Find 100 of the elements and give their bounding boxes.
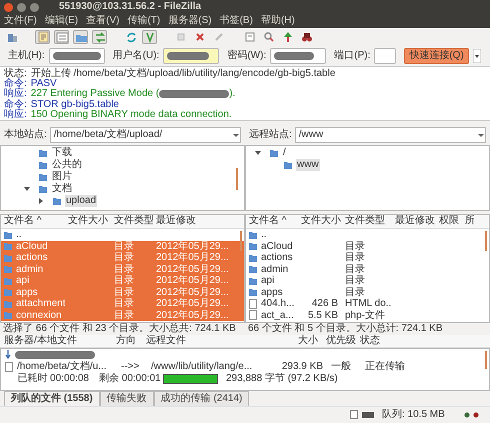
stop-icon bbox=[174, 30, 186, 42]
log-button[interactable] bbox=[35, 30, 50, 44]
column-header[interactable]: 优先级 bbox=[322, 335, 356, 347]
log-icon bbox=[36, 30, 48, 42]
sync-icon bbox=[282, 30, 294, 42]
menu-item[interactable]: 传输(T) bbox=[127, 15, 160, 27]
field-label: 端口(P): bbox=[334, 50, 370, 62]
file-name: attachment bbox=[16, 298, 65, 310]
tree-item[interactable]: 下载 bbox=[51, 147, 73, 159]
file-name: actions bbox=[261, 252, 293, 264]
field-label: 密码(W): bbox=[227, 50, 266, 62]
file-name: aCloud bbox=[261, 240, 293, 252]
tree-item[interactable]: 公共的 bbox=[51, 159, 83, 171]
file-name: apps bbox=[16, 286, 38, 298]
file-name: api bbox=[16, 275, 30, 286]
file-row[interactable]: aCloud 目录 bbox=[246, 240, 489, 252]
queue-tab[interactable]: 成功的传输 (2414) bbox=[154, 391, 250, 406]
close-button[interactable] bbox=[4, 2, 13, 12]
column-header[interactable]: 权限 bbox=[436, 215, 462, 228]
file-name: admin bbox=[16, 264, 44, 275]
column-header[interactable]: 服务器/本地文件 bbox=[0, 335, 112, 347]
dropdown-icon[interactable] bbox=[472, 48, 481, 62]
table-cell-text: 目录 bbox=[113, 275, 135, 286]
file-row[interactable]: admin 目录 bbox=[246, 264, 489, 275]
elapsed-time: 已耗时 00:00:08 bbox=[16, 373, 90, 385]
remaining-time: 剩余 00:00:01 bbox=[99, 373, 162, 385]
column-header[interactable]: 大小 bbox=[270, 335, 322, 347]
scrollbar-thumb[interactable] bbox=[485, 231, 487, 251]
file-row[interactable]: .. bbox=[1, 229, 244, 240]
field-label: 用户名(U): bbox=[112, 50, 160, 62]
quickconnect-button[interactable]: 快速连接(Q) bbox=[404, 48, 469, 64]
log-message: ). bbox=[229, 89, 236, 100]
input-field[interactable] bbox=[48, 48, 105, 64]
tree-item[interactable]: upload bbox=[65, 195, 98, 207]
tree-icon bbox=[56, 30, 68, 42]
folder-button[interactable] bbox=[73, 30, 88, 44]
input-field[interactable] bbox=[270, 48, 326, 64]
table-cell-text: HTML do... bbox=[344, 298, 392, 310]
tree-item[interactable]: www bbox=[296, 159, 320, 171]
transfer-button[interactable] bbox=[92, 30, 107, 44]
table-cell-text: 目录 bbox=[113, 298, 135, 310]
menu-item[interactable]: 书签(B) bbox=[220, 15, 253, 27]
file-name: act_a... bbox=[261, 310, 294, 321]
file-row[interactable]: apps 目录 bbox=[246, 286, 489, 298]
log-prefix: 状态: bbox=[4, 69, 27, 79]
menu-item[interactable]: 查看(V) bbox=[86, 15, 120, 27]
file-name: api bbox=[261, 275, 274, 286]
path-field[interactable]: /home/beta/文档/upload/ bbox=[50, 127, 241, 143]
log-prefix: 命令: bbox=[4, 100, 27, 110]
maximize-button[interactable] bbox=[30, 2, 39, 12]
queue-size: 队列: 10.5 MB bbox=[382, 408, 446, 420]
status-text: 选择了 66 个文件 和 23 个目录。大小总共: 724.1 KB bbox=[2, 323, 237, 334]
file-row[interactable]: actions 目录 bbox=[246, 252, 489, 264]
menu-item[interactable]: 编辑(E) bbox=[44, 15, 78, 27]
file-icon bbox=[5, 362, 13, 372]
compare-icon bbox=[262, 30, 274, 42]
binary-mode-icon bbox=[362, 410, 374, 418]
minimize-button[interactable] bbox=[17, 2, 26, 12]
table-cell-text: 目录 bbox=[344, 264, 366, 275]
process-queue-icon bbox=[144, 30, 156, 42]
menu-item[interactable]: 服务器(S) bbox=[168, 15, 212, 27]
file-name: apps bbox=[261, 286, 283, 298]
table-cell-text: 5.5 KB bbox=[306, 310, 339, 321]
input-field[interactable] bbox=[374, 48, 396, 64]
path-field[interactable]: /www bbox=[294, 127, 486, 143]
file-name: aCloud bbox=[16, 240, 48, 252]
file-row[interactable]: 404.h... 426 B HTML do... bbox=[246, 298, 489, 310]
table-cell-text: 426 B bbox=[310, 298, 339, 310]
menu-item[interactable]: 文件(F) bbox=[4, 15, 37, 27]
column-header[interactable]: 方向 bbox=[112, 335, 142, 347]
column-header[interactable]: 最近修改 bbox=[392, 215, 436, 228]
log-message: 150 Opening BINARY mode data connection. bbox=[30, 110, 232, 120]
scrollbar-thumb[interactable] bbox=[485, 351, 487, 369]
tree-button[interactable] bbox=[54, 30, 69, 44]
file-row[interactable]: .. bbox=[246, 229, 489, 240]
input-field[interactable] bbox=[163, 48, 220, 64]
expanded-arrow-icon[interactable] bbox=[23, 185, 31, 193]
tree-item[interactable]: 文档 bbox=[51, 183, 73, 195]
expanded-arrow-icon[interactable] bbox=[254, 149, 262, 157]
table-cell-text: 目录 bbox=[113, 252, 135, 264]
tree-item[interactable]: / bbox=[282, 147, 287, 159]
table-cell-text: 2012年05月29... bbox=[155, 240, 230, 252]
column-header[interactable]: 最近修改 bbox=[153, 215, 233, 228]
menu-item[interactable]: 帮助(H) bbox=[260, 15, 295, 27]
queue-tab[interactable]: 列队的文件 (1558) bbox=[4, 391, 100, 406]
column-header[interactable]: 远程文件 bbox=[142, 335, 270, 347]
log-prefix: 响应: bbox=[4, 110, 27, 120]
file-name: .. bbox=[261, 229, 267, 240]
refresh-icon bbox=[124, 30, 136, 42]
process-queue-button[interactable] bbox=[142, 30, 157, 44]
scrollbar-thumb[interactable] bbox=[240, 231, 242, 251]
site-label: 本地站点: bbox=[4, 129, 47, 141]
collapsed-arrow-icon[interactable] bbox=[37, 197, 45, 205]
dropdown-icon[interactable] bbox=[477, 131, 485, 139]
file-row[interactable]: api 目录 bbox=[246, 275, 489, 286]
column-header[interactable]: 状态 bbox=[356, 335, 416, 347]
dropdown-icon[interactable] bbox=[232, 131, 240, 139]
tree-item[interactable]: 图片 bbox=[51, 171, 73, 183]
queue-tab[interactable]: 传输失败 bbox=[100, 391, 154, 406]
scrollbar-thumb[interactable] bbox=[236, 168, 238, 190]
